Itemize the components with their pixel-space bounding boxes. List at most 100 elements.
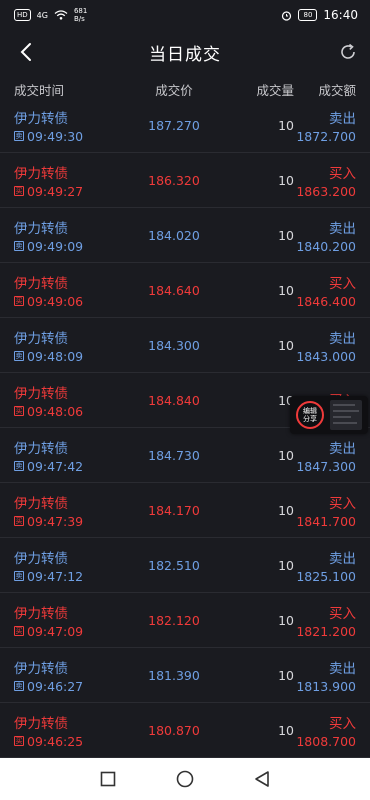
trade-row[interactable]: 伊力转债卖 09:47:42 184.730 10 卖出 1847.300 <box>0 428 370 483</box>
trade-volume: 10 <box>278 502 294 518</box>
trade-price: 186.320 <box>148 172 200 188</box>
trade-row[interactable]: 伊力转债买 09:46:25 180.870 10 买入 1808.700 <box>0 703 370 758</box>
net-speed-unit: B/s <box>73 15 85 23</box>
trade-volume: 10 <box>278 392 294 408</box>
trade-amount-cell: 买入 1846.400 <box>294 272 356 309</box>
trade-volume: 10 <box>278 337 294 353</box>
trade-time: 09:46:27 <box>27 678 84 694</box>
status-bar: HD 4G 681 B/s 80 16:40 <box>0 0 370 30</box>
bond-name: 伊力转债 <box>14 715 68 732</box>
trade-row[interactable]: 伊力转债卖 09:46:27 181.390 10 卖出 1813.900 <box>0 648 370 703</box>
trade-amount: 1843.000 <box>296 348 356 364</box>
column-header-volume[interactable]: 成交量 <box>214 80 294 99</box>
refresh-button[interactable] <box>336 40 360 64</box>
trade-time: 09:49:27 <box>27 183 84 199</box>
trade-price: 184.170 <box>148 502 200 518</box>
trade-volume: 10 <box>278 557 294 573</box>
trade-amount: 1863.200 <box>296 183 356 199</box>
trade-side: 卖出 <box>329 110 356 127</box>
trade-volume: 10 <box>278 667 294 683</box>
trade-side: 卖出 <box>329 220 356 237</box>
share-circle-icon: 编辑 分享 <box>296 401 324 429</box>
trade-row[interactable]: 伊力转债卖 09:49:09 184.020 10 卖出 1840.200 <box>0 208 370 263</box>
trade-name-cell: 伊力转债卖 09:49:30 <box>14 107 134 144</box>
side-tag: 卖 <box>14 241 24 251</box>
trade-side: 买入 <box>329 605 356 622</box>
clock-time: 16:40 <box>323 8 358 22</box>
battery-level: 80 <box>298 9 318 21</box>
trade-side: 卖出 <box>329 550 356 567</box>
trade-time-line: 卖 09:49:09 <box>14 239 134 254</box>
trade-time: 09:47:09 <box>27 623 84 639</box>
net-speed-value: 681 <box>73 7 88 15</box>
page-title: 当日成交 <box>149 44 221 65</box>
bond-name: 伊力转债 <box>14 495 68 512</box>
trade-row[interactable]: 伊力转债卖 09:48:09 184.300 10 卖出 1843.000 <box>0 318 370 373</box>
trade-price: 182.120 <box>148 612 200 628</box>
net-speed: 681 B/s <box>74 7 87 23</box>
trade-amount-cell: 卖出 1840.200 <box>294 217 356 254</box>
side-tag: 卖 <box>14 461 24 471</box>
trade-amount: 1825.100 <box>296 568 356 584</box>
trade-time: 09:49:09 <box>27 238 84 254</box>
status-left: HD 4G 681 B/s <box>14 7 87 23</box>
trade-row[interactable]: 伊力转债买 09:49:27 186.320 10 买入 1863.200 <box>0 153 370 208</box>
nav-home-button[interactable] <box>173 767 197 791</box>
trade-volume: 10 <box>278 447 294 463</box>
trade-row[interactable]: 伊力转债卖 09:49:30 187.270 10 卖出 1872.700 <box>0 98 370 153</box>
trade-time-line: 买 09:48:06 <box>14 404 134 419</box>
column-header-price[interactable]: 成交价 <box>134 80 214 99</box>
trade-name-cell: 伊力转债买 09:49:27 <box>14 162 134 199</box>
column-header-time[interactable]: 成交时间 <box>14 80 134 99</box>
edit-share-float-button[interactable]: 编辑 分享 <box>290 396 368 434</box>
system-nav-bar <box>0 758 370 800</box>
trade-amount: 1846.400 <box>296 293 356 309</box>
trade-volume: 10 <box>278 227 294 243</box>
back-button[interactable] <box>14 40 38 64</box>
trade-amount-cell: 卖出 1825.100 <box>294 547 356 584</box>
bond-name: 伊力转债 <box>14 440 68 457</box>
trade-time: 09:47:12 <box>27 568 84 584</box>
side-tag: 卖 <box>14 351 24 361</box>
trade-volume: 10 <box>278 172 294 188</box>
bond-name: 伊力转债 <box>14 110 68 127</box>
column-header-amount[interactable]: 成交额 <box>294 80 356 99</box>
trade-time: 09:49:06 <box>27 293 84 309</box>
trade-row[interactable]: 伊力转债卖 09:47:12 182.510 10 卖出 1825.100 <box>0 538 370 593</box>
trade-side: 卖出 <box>329 660 356 677</box>
trade-time-line: 卖 09:47:12 <box>14 569 134 584</box>
bond-name: 伊力转债 <box>14 605 68 622</box>
trade-row[interactable]: 伊力转债买 09:49:06 184.640 10 买入 1846.400 <box>0 263 370 318</box>
trade-time-line: 买 09:47:39 <box>14 514 134 529</box>
share-line2: 分享 <box>303 415 317 423</box>
trade-price: 184.640 <box>148 282 200 298</box>
trade-row[interactable]: 伊力转债买 09:47:39 184.170 10 买入 1841.700 <box>0 483 370 538</box>
bond-name: 伊力转债 <box>14 330 68 347</box>
side-tag: 买 <box>14 186 24 196</box>
signal-label: 4G <box>36 10 48 20</box>
side-tag: 卖 <box>14 571 24 581</box>
trade-price: 184.730 <box>148 447 200 463</box>
trade-name-cell: 伊力转债买 09:49:06 <box>14 272 134 309</box>
nav-recent-button[interactable] <box>96 767 120 791</box>
status-right: 80 16:40 <box>281 8 358 22</box>
bond-name: 伊力转债 <box>14 275 68 292</box>
bond-name: 伊力转债 <box>14 660 68 677</box>
trade-time: 09:48:06 <box>27 403 84 419</box>
trade-side: 买入 <box>329 275 356 292</box>
side-tag: 买 <box>14 516 24 526</box>
bond-name: 伊力转债 <box>14 550 68 567</box>
trade-name-cell: 伊力转债卖 09:48:09 <box>14 327 134 364</box>
trade-amount: 1821.200 <box>296 623 356 639</box>
trade-time-line: 买 09:47:09 <box>14 624 134 639</box>
side-tag: 买 <box>14 626 24 636</box>
trade-name-cell: 伊力转债卖 09:49:09 <box>14 217 134 254</box>
side-tag: 买 <box>14 736 24 746</box>
trade-time: 09:49:30 <box>27 128 84 144</box>
alarm-icon <box>282 10 292 21</box>
nav-back-button[interactable] <box>250 767 274 791</box>
bond-name: 伊力转债 <box>14 385 68 402</box>
trade-time-line: 卖 09:47:42 <box>14 459 134 474</box>
trade-name-cell: 伊力转债卖 09:47:42 <box>14 437 134 474</box>
trade-row[interactable]: 伊力转债买 09:47:09 182.120 10 买入 1821.200 <box>0 593 370 648</box>
